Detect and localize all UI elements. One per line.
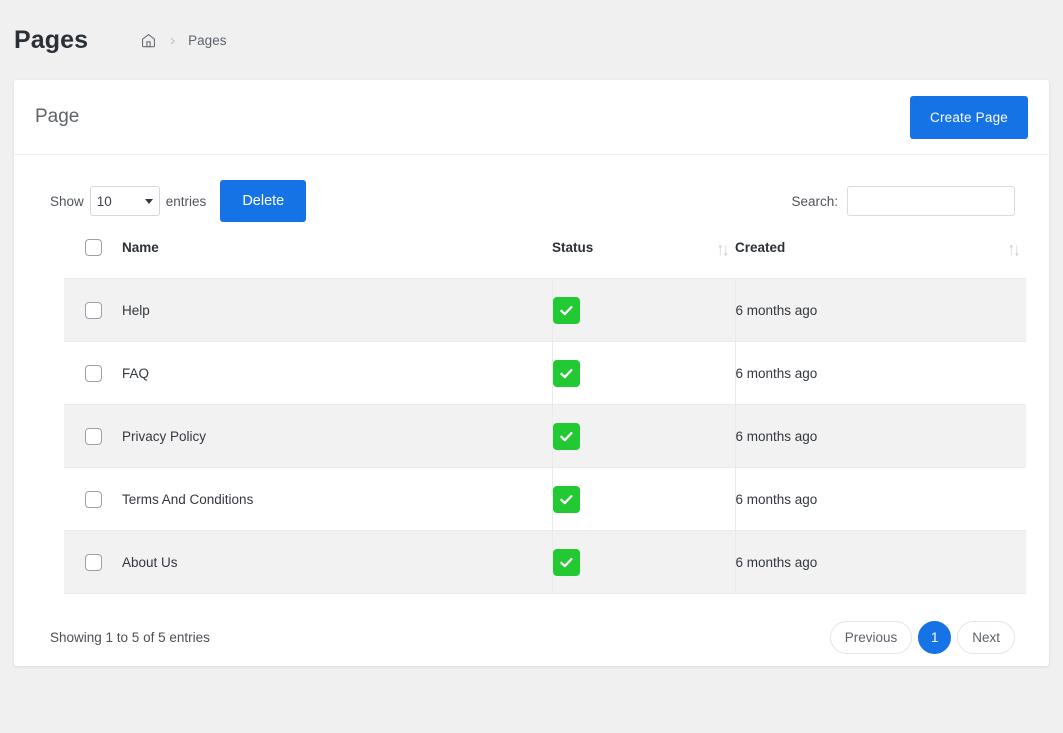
cell-status (551, 341, 736, 405)
status-active-check-icon[interactable] (552, 296, 580, 324)
pagination-page-1[interactable]: 1 (918, 620, 952, 654)
pagination-next[interactable]: Next (957, 620, 1015, 654)
row-select-cell (64, 341, 122, 405)
table-row: Privacy Policy 6 months ago (64, 404, 1026, 468)
sort-updown-icon[interactable] (717, 243, 729, 258)
column-header-created[interactable]: Created (735, 239, 1026, 279)
table-footer: Showing 1 to 5 of 5 entries Previous 1 N… (14, 594, 1049, 656)
row-select-cell (64, 530, 122, 594)
column-header-name[interactable]: Name (122, 239, 552, 279)
column-header-created-label: Created (735, 240, 786, 255)
cell-name: FAQ (122, 341, 552, 405)
breadcrumb: › Pages (140, 32, 226, 49)
table-row: FAQ 6 months ago (64, 341, 1026, 405)
cell-status (551, 404, 736, 468)
table-row: About Us 6 months ago (64, 530, 1026, 594)
pagination: Previous 1 Next (829, 620, 1015, 654)
entries-select-value: 10 (96, 193, 112, 209)
cell-status (551, 467, 736, 531)
breadcrumb-separator-icon: › (170, 31, 176, 49)
status-active-check-icon[interactable] (552, 422, 580, 450)
table-row: Help 6 months ago (64, 278, 1026, 342)
cell-created: 6 months ago (735, 278, 1026, 342)
sort-updown-icon[interactable] (1008, 243, 1020, 258)
cell-name: Help (122, 278, 552, 342)
status-active-check-icon[interactable] (552, 485, 580, 513)
entries-label: entries (165, 193, 207, 209)
row-select-cell (64, 467, 122, 531)
search-input[interactable] (847, 186, 1015, 216)
content-card: Page Create Page Show 10 entries Delete … (14, 80, 1049, 666)
toolbar-left: Show 10 entries Delete (50, 180, 307, 222)
pagination-previous[interactable]: Previous (829, 620, 913, 654)
show-label: Show (50, 193, 84, 209)
pages-table: Name Status Created Help 6 months ago FA… (64, 239, 1026, 594)
status-active-check-icon[interactable] (552, 548, 580, 576)
cell-name: Privacy Policy (122, 404, 552, 468)
page-container: Pages › Pages Page Create Page Show 10 e… (0, 0, 1063, 733)
status-active-check-icon[interactable] (552, 359, 580, 387)
table-row: Terms And Conditions 6 months ago (64, 467, 1026, 531)
cell-created: 6 months ago (735, 404, 1026, 468)
row-checkbox[interactable] (84, 490, 102, 508)
row-select-cell (64, 278, 122, 342)
table-body: Help 6 months ago FAQ 6 months ago Privacy P… (64, 278, 1026, 594)
cell-created: 6 months ago (735, 530, 1026, 594)
column-header-status-label: Status (552, 240, 594, 255)
page-title: Pages (14, 25, 89, 54)
page-header: Pages › Pages (0, 0, 1063, 80)
search-label: Search: (791, 193, 838, 209)
delete-button[interactable]: Delete (220, 180, 307, 222)
cell-name: About Us (122, 530, 552, 594)
select-all-checkbox[interactable] (84, 239, 102, 256)
row-checkbox[interactable] (84, 553, 102, 571)
card-header: Page Create Page (14, 80, 1049, 155)
card-title: Page (35, 106, 80, 127)
row-checkbox[interactable] (84, 364, 102, 382)
create-page-button[interactable]: Create Page (910, 95, 1028, 139)
home-icon[interactable] (140, 32, 157, 49)
table-header-row: Name Status Created (64, 239, 1026, 279)
row-select-cell (64, 404, 122, 468)
entries-per-page-select[interactable]: 10 (89, 186, 160, 216)
entries-info: Showing 1 to 5 of 5 entries (50, 629, 210, 645)
table-head: Name Status Created (64, 239, 1026, 279)
column-header-status[interactable]: Status (552, 239, 735, 279)
breadcrumb-current[interactable]: Pages (188, 33, 226, 48)
cell-status (551, 530, 736, 594)
chevron-down-icon (144, 198, 153, 204)
select-all-header (64, 239, 122, 279)
toolbar-right: Search: (791, 186, 1015, 216)
cell-created: 6 months ago (735, 341, 1026, 405)
table-toolbar: Show 10 entries Delete Search: (14, 155, 1049, 225)
row-checkbox[interactable] (84, 301, 102, 319)
row-checkbox[interactable] (84, 427, 102, 445)
cell-name: Terms And Conditions (122, 467, 552, 531)
cell-status (551, 278, 736, 342)
cell-created: 6 months ago (735, 467, 1026, 531)
